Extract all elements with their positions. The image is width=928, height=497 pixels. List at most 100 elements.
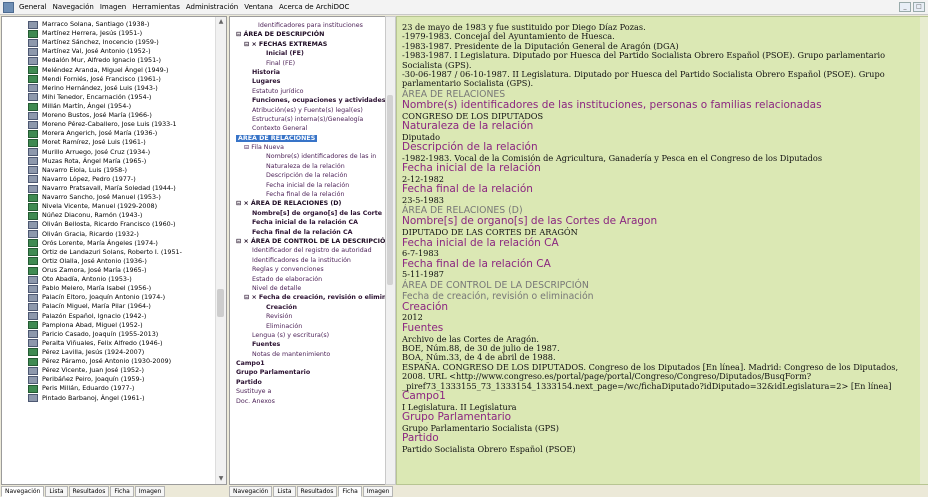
list-item[interactable]: Paricio Casado, Joaquín (1955-2013) [2,330,212,339]
list-item[interactable]: Peralta Viñuales, Felix Alfredo (1946-) [2,339,212,348]
scrollbar-thumb[interactable] [387,95,393,285]
list-item[interactable]: Navarro Pratsavall, María Soledad (1944-… [2,184,212,193]
tab-lista[interactable]: Lista [45,486,68,497]
tree-item[interactable]: Creación [230,303,385,312]
list-item[interactable]: Mihi Tenedor, Encarnación (1954-) [2,93,212,102]
list-item[interactable]: Meléndez Aranda, Miguel Ángel (1949-) [2,66,212,75]
tab-imagen[interactable]: Imagen [362,486,394,497]
list-item[interactable]: Martínez Sánchez, Inocencio (1959-) [2,38,212,47]
list-item[interactable]: Palazón Español, Ignacio (1942-) [2,312,212,321]
tree-item[interactable]: Fecha final de la relación [230,190,385,199]
tree-item[interactable]: ⊟ × FECHAS EXTREMAS [230,40,385,49]
tree-item[interactable]: Final (FE) [230,59,385,68]
list-item[interactable]: Moreno Bustos, José María (1966-) [2,111,212,120]
tree-item[interactable]: Reglas y convenciones [230,265,385,274]
list-item[interactable]: Merino Hernández, José Luis (1943-) [2,84,212,93]
tree-item[interactable]: Lengua (s) y escritura(s) [230,331,385,340]
scroll-up-icon[interactable]: ▲ [217,18,225,26]
list-item[interactable]: Orus Zamora, José María (1965-) [2,266,212,275]
tab-resultados[interactable]: Resultados [296,486,338,497]
menu-item-imagen[interactable]: Imagen [97,0,129,14]
tree-item[interactable]: ⊟ ÁREA DE DESCRIPCIÓN [230,30,385,39]
menu-item-navegaci-n[interactable]: Navegación [50,0,97,14]
list-item[interactable]: Pérez Lavilla, Jesús (1924-2007) [2,348,212,357]
tree-item[interactable]: Identificadores para instituciones [230,21,385,30]
list-item[interactable]: Pintado Barbanoj, Ángel (1961-) [2,393,212,403]
list-item[interactable]: Murillo Arruego, José Cruz (1934-) [2,148,212,157]
tree-item[interactable]: Nivel de detalle [230,284,385,293]
list-item[interactable]: Millán Martín, Ángel (1954-) [2,102,212,111]
tab-navegaci-n[interactable]: Navegación [1,486,45,497]
tab-ficha[interactable]: Ficha [338,486,362,497]
maximize-icon[interactable]: □ [913,2,925,12]
tree-item[interactable]: Identificador del registro de autoridad [230,246,385,255]
list-item[interactable]: Oto Abadía, Antonio (1953-) [2,275,212,284]
list-item[interactable]: Navarro Eiola, Luis (1958-) [2,166,212,175]
list-item[interactable]: Peris Millán, Eduardo (1977-) [2,384,212,393]
tree-item[interactable]: Nombre(s) identificadores de las in [230,152,385,161]
list-item[interactable]: Moret Ramírez, José Luis (1961-) [2,138,212,147]
scrollbar-thumb[interactable] [217,289,224,317]
tree-item[interactable]: Descripción de la relación [230,171,385,180]
tree-item[interactable]: Lugares [230,77,385,86]
tab-lista[interactable]: Lista [273,486,296,497]
tree-item[interactable]: Partido [230,378,385,387]
tree-item[interactable]: Identificadores de la institución [230,256,385,265]
list-item[interactable]: Pérez Páramo, José Antonio (1930-2009) [2,357,212,366]
minimize-icon[interactable]: _ [899,2,911,12]
tree-item[interactable]: Funciones, ocupaciones y actividades [230,96,385,105]
tree-item[interactable]: ⊟ × ÁREA DE CONTROL DE LA DESCRIPCIÓ [230,237,385,246]
tree-item[interactable]: Contexto General [230,124,385,133]
tree-item[interactable]: Fecha inicial de la relación [230,181,385,190]
menu-item-acerca-de-archidoc[interactable]: Acerca de ArchiDOC [276,0,352,14]
list-item[interactable]: Moreno Pérez-Caballero, Jose Luis (1933-… [2,120,212,129]
tree-item[interactable]: Doc. Anexos [230,397,385,406]
list-item[interactable]: Martínez Herrera, Jesús (1951-) [2,29,212,38]
tab-ficha[interactable]: Ficha [110,486,134,497]
list-item[interactable]: Orós Lorente, María Ángeles (1974-) [2,239,212,248]
list-item[interactable]: Pablo Melero, María Isabel (1956-) [2,284,212,293]
record-list-scrollbar[interactable]: ▲ ▼ [215,17,226,484]
list-item[interactable]: Mendi Forniés, José Francisco (1961-) [2,75,212,84]
tree-item[interactable]: Estatuto jurídico [230,87,385,96]
list-item[interactable]: Palacín Miguel, María Pilar (1964-) [2,302,212,311]
tab-resultados[interactable]: Resultados [68,486,110,497]
list-item[interactable]: Ortiz de Landazuri Solans, Roberto I. (1… [2,248,212,257]
list-item[interactable]: Nivela Vicente, Manuel (1929-2008) [2,202,212,211]
list-item[interactable]: Palacín Eltoro, Joaquín Antonio (1974-) [2,293,212,302]
tree-item[interactable]: Revisión [230,312,385,321]
tree-item[interactable]: Atribución(es) y Fuente(s) legal(es) [230,106,385,115]
list-item[interactable]: Morera Angerich, José María (1936-) [2,129,212,138]
list-item[interactable]: Navarro López, Pedro (1977-) [2,175,212,184]
tab-imagen[interactable]: Imagen [134,486,166,497]
tree-item[interactable]: ÁREA DE RELACIONES [230,134,385,143]
tree-item[interactable]: Campo1 [230,359,385,368]
tree-item[interactable]: Fecha final de la relación CA [230,228,385,237]
tree-item[interactable]: ⊟ Fila Nueva [230,143,385,152]
tree-item[interactable]: Eliminación [230,322,385,331]
list-item[interactable]: Navarro Sancho, José Manuel (1953-) [2,193,212,202]
list-item[interactable]: Marraco Solana, Santiago (1938-) [2,20,212,29]
list-item[interactable]: Medalón Mur, Alfredo Ignacio (1951-) [2,56,212,65]
tree-item[interactable]: Historia [230,68,385,77]
tree-item[interactable]: Sustituye a [230,387,385,396]
list-item[interactable]: Martínez Val, José Antonio (1952-) [2,47,212,56]
list-item[interactable]: Peribáñez Peiro, Joaquín (1959-) [2,375,212,384]
detail-scrollbar[interactable] [920,17,928,484]
list-item[interactable]: Núñez Diaconu, Ramón (1943-) [2,211,212,220]
menu-item-administraci-n[interactable]: Administración [183,0,241,14]
tree-item[interactable]: Estado de elaboración [230,275,385,284]
tab-navegaci-n[interactable]: Navegación [229,486,273,497]
tree-item[interactable]: Grupo Parlamentario [230,368,385,377]
tree-item[interactable]: ⊟ × Fecha de creación, revisión o elimin… [230,293,385,302]
tree-item[interactable]: Fecha inicial de la relación CA [230,218,385,227]
field-tree-scrollbar[interactable] [385,16,396,485]
list-item[interactable]: Oliván Bellosta, Ricardo Francisco (1960… [2,220,212,229]
tree-item[interactable]: Fuentes [230,340,385,349]
list-item[interactable]: Pérez Vicente, Juan José (1952-) [2,366,212,375]
list-item[interactable]: Oliván Gracia, Ricardo (1932-) [2,230,212,239]
tree-item[interactable]: Estructura(s) interna(s)/Genealogía [230,115,385,124]
tree-item[interactable]: Inicial (FE) [230,49,385,58]
scroll-down-icon[interactable]: ▼ [217,475,225,483]
menu-item-ventana[interactable]: Ventana [241,0,276,14]
